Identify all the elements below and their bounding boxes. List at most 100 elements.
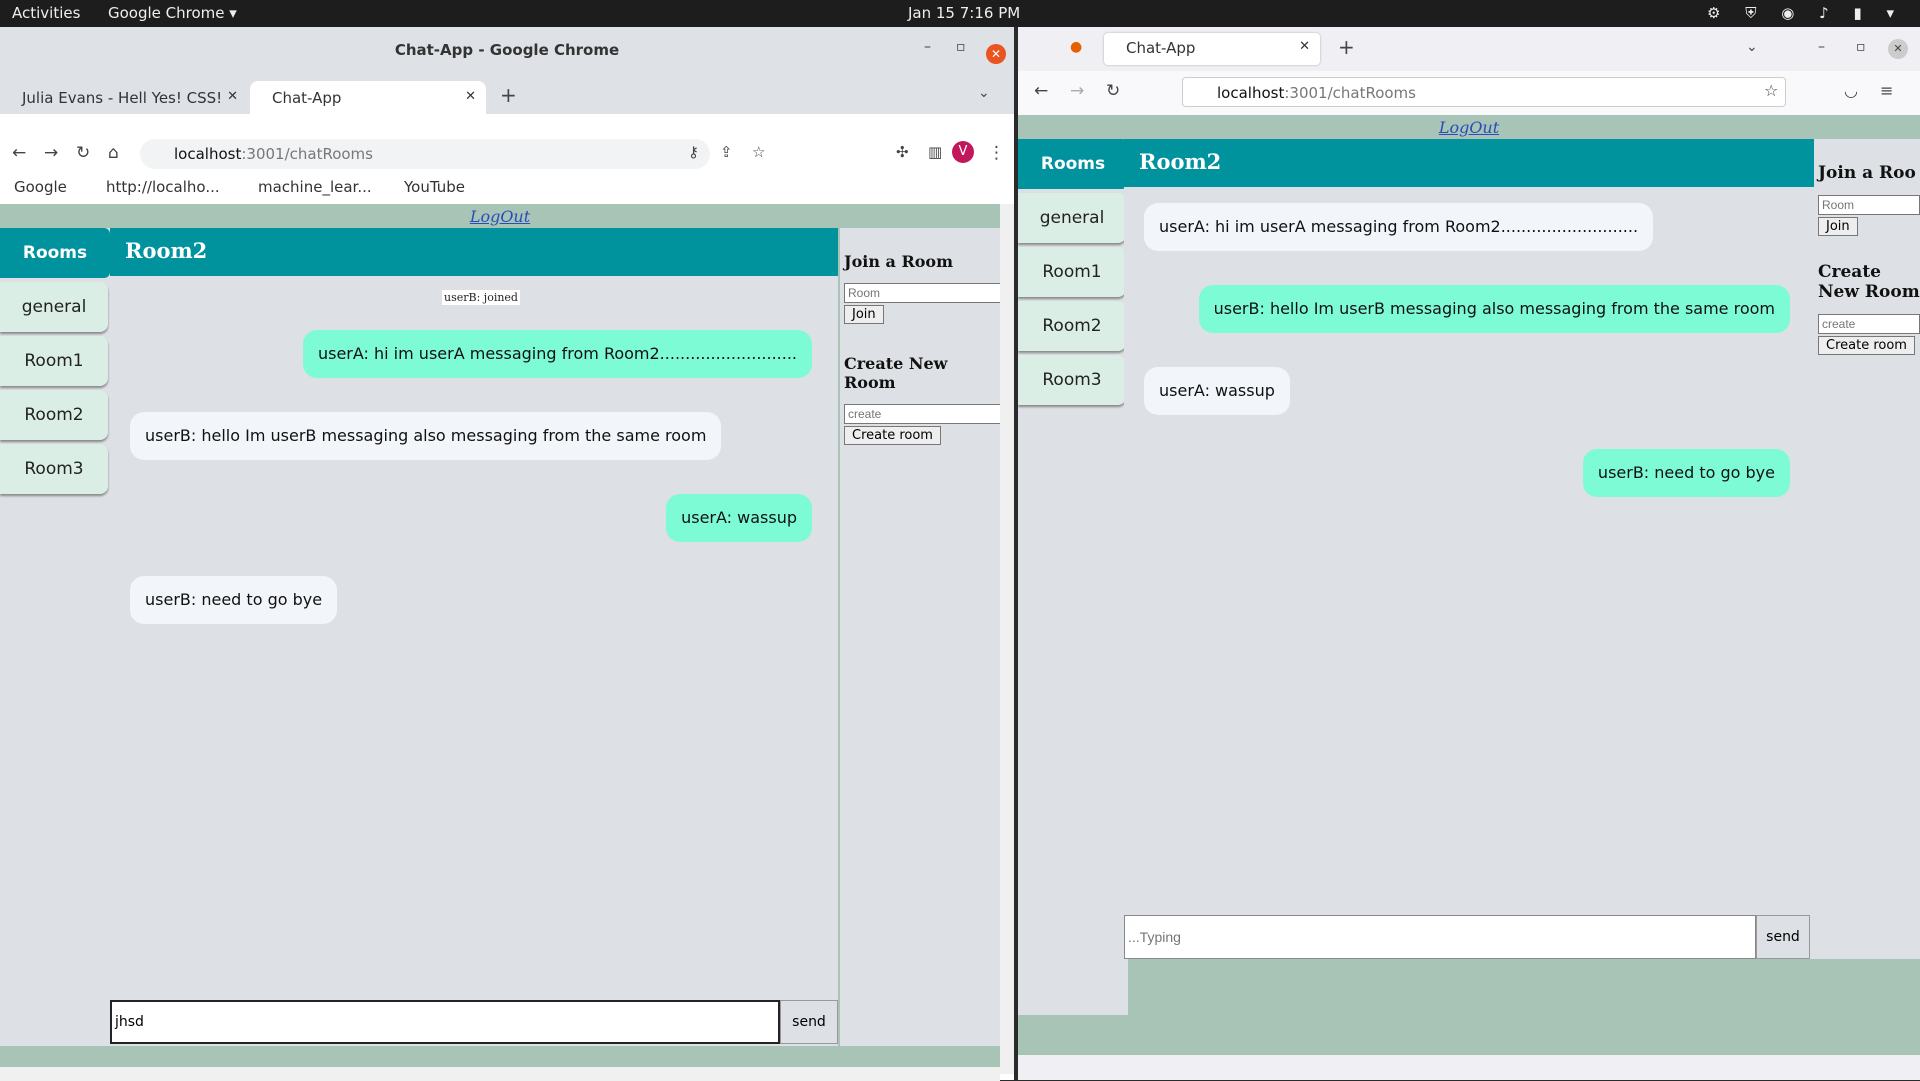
join-room-heading: Join a Roo <box>1818 163 1916 183</box>
minimize-icon[interactable]: – <box>1818 39 1825 55</box>
maximize-icon[interactable]: ▫ <box>1856 39 1866 55</box>
new-tab-icon[interactable]: + <box>500 83 517 107</box>
activities-button[interactable]: Activities <box>12 4 80 22</box>
clock[interactable]: Jan 15 7:16 PM <box>908 4 1020 22</box>
room-button-general[interactable]: general <box>1018 193 1126 243</box>
bookmark-star-icon[interactable]: ☆ <box>1764 81 1778 100</box>
room-button-room2[interactable]: Room2 <box>1018 301 1126 351</box>
room-button-room3[interactable]: Room3 <box>0 444 108 494</box>
chat-message: userA: hi im userA messaging from Room2.… <box>1144 203 1654 251</box>
chat-panel: Room2 userB: joined userA: hi im userA m… <box>110 228 838 1046</box>
app-menu[interactable]: Google Chrome ▾ <box>108 4 237 22</box>
logout-link[interactable]: LogOut <box>0 207 1000 226</box>
menu-icon[interactable]: ≡ <box>1880 81 1893 100</box>
rooms-sidebar: Rooms general Room1 Room2 Room3 <box>0 228 110 1046</box>
firefox-toolbar: ← → ↻ localhost:3001/chatRooms ☆ ◡ ≡ <box>1018 71 1920 115</box>
create-room-input[interactable] <box>1818 314 1920 334</box>
back-icon[interactable]: ← <box>12 143 26 163</box>
room-button-room1[interactable]: Room1 <box>0 336 108 386</box>
url-path: :3001/chatRooms <box>241 145 373 163</box>
forward-icon[interactable]: → <box>1070 81 1084 101</box>
chat-panel: Room2 userA: hi im userA messaging from … <box>1124 139 1814 959</box>
create-room-button[interactable]: Create room <box>1818 336 1915 355</box>
close-window-icon[interactable]: ✕ <box>986 44 1006 64</box>
new-tab-icon[interactable]: + <box>1338 35 1355 59</box>
horizontal-scrollbar[interactable] <box>0 1067 1000 1081</box>
key-icon[interactable]: ⚷ <box>688 143 699 161</box>
close-tab-icon[interactable]: ✕ <box>1299 39 1310 54</box>
os-top-bar: Activities Google Chrome ▾ Jan 15 7:16 P… <box>0 0 1920 27</box>
reload-icon[interactable]: ↻ <box>1106 81 1120 101</box>
bookmark-youtube[interactable]: YouTube <box>404 178 465 196</box>
url-host: localhost <box>1217 84 1285 102</box>
rooms-sidebar: Rooms general Room1 Room2 Room3 <box>1018 139 1128 1015</box>
system-tray[interactable]: ⚙ ⛨ ◉ ♪ ▮ ▾ <box>1707 4 1904 22</box>
tab-label: Chat-App <box>1126 39 1196 57</box>
chat-message: userB: need to go bye <box>1582 449 1790 497</box>
logout-link[interactable]: LogOut <box>1018 118 1920 137</box>
tab-label: Chat-App <box>272 89 342 107</box>
chrome-titlebar: Chat-App - Google Chrome – ▫ ✕ <box>0 27 1014 82</box>
create-room-input[interactable] <box>844 404 1000 424</box>
chat-message: userA: wassup <box>1144 367 1290 415</box>
list-tabs-icon[interactable]: ⌄ <box>1746 39 1758 55</box>
firefox-tab-strip: ● Chat-App ✕ + ⌄ – ▫ ✕ <box>1018 27 1920 71</box>
extensions-icon[interactable]: ✣ <box>896 143 909 161</box>
close-window-icon[interactable]: ✕ <box>1888 39 1908 59</box>
joined-notice: userB: joined <box>442 290 520 305</box>
join-room-input[interactable] <box>844 283 1000 303</box>
room-button-general[interactable]: general <box>0 282 108 332</box>
message-input[interactable]: jhsd <box>110 1000 780 1044</box>
composer: jhsd send <box>110 1000 838 1044</box>
bookmark-localhost[interactable]: http://localho... <box>106 178 220 196</box>
bookmark-google[interactable]: Google <box>14 178 67 196</box>
tab-chat-app[interactable]: Chat-App ✕ <box>250 81 486 114</box>
join-room-heading: Join a Room <box>844 252 954 271</box>
tab-julia-evans[interactable]: Julia Evans - Hell Yes! CSS! ✕ <box>0 81 248 114</box>
room-button-room3[interactable]: Room3 <box>1018 355 1126 405</box>
chat-message: userB: hello Im userB messaging also mes… <box>1198 285 1790 333</box>
rooms-header: Rooms <box>1018 139 1128 189</box>
tab-search-icon[interactable]: ⌄ <box>978 85 990 101</box>
create-room-button[interactable]: Create room <box>844 426 941 445</box>
chat-message: userB: hello Im userB messaging also mes… <box>130 412 722 460</box>
address-bar[interactable]: localhost:3001/chatRooms <box>140 139 710 169</box>
join-button[interactable]: Join <box>844 305 884 324</box>
pocket-icon[interactable]: ◡ <box>1844 81 1858 100</box>
vertical-scrollbar[interactable] <box>1000 204 1014 1074</box>
avatar[interactable]: V <box>952 141 974 163</box>
share-icon[interactable]: ⇪ <box>720 143 733 161</box>
bookmark-machine-learning[interactable]: machine_lear... <box>258 178 372 196</box>
close-tab-icon[interactable]: ✕ <box>227 89 238 104</box>
room-button-room2[interactable]: Room2 <box>0 390 108 440</box>
join-room-input[interactable] <box>1818 195 1920 215</box>
maximize-icon[interactable]: ▫ <box>956 39 966 55</box>
firefox-logo-icon[interactable]: ● <box>1070 39 1082 55</box>
minimize-icon[interactable]: – <box>924 39 931 55</box>
rooms-header: Rooms <box>0 228 110 278</box>
url-host: localhost <box>174 145 242 163</box>
back-icon[interactable]: ← <box>1034 81 1048 101</box>
room-title: Room2 <box>110 228 838 276</box>
chat-message: userA: wassup <box>666 494 812 542</box>
room-actions-panel: Join a Room Join Create New Room Create … <box>840 228 1000 1046</box>
side-panel-icon[interactable]: ▥ <box>928 143 942 161</box>
join-button[interactable]: Join <box>1818 217 1858 236</box>
create-room-heading: Create New Room <box>1818 262 1920 302</box>
tab-chat-app[interactable]: Chat-App ✕ <box>1104 33 1320 65</box>
close-tab-icon[interactable]: ✕ <box>465 89 476 104</box>
chrome-window: Chat-App - Google Chrome – ▫ ✕ Julia Eva… <box>0 27 1014 1081</box>
forward-icon[interactable]: → <box>44 143 58 163</box>
room-button-room1[interactable]: Room1 <box>1018 247 1126 297</box>
create-room-heading: Create New Room <box>844 354 948 392</box>
bookmark-star-icon[interactable]: ☆ <box>752 143 765 161</box>
window-title: Chat-App - Google Chrome <box>394 41 620 59</box>
address-bar[interactable]: localhost:3001/chatRooms <box>1182 77 1786 107</box>
menu-icon[interactable]: ⋮ <box>988 143 1005 163</box>
send-button[interactable]: send <box>780 1000 838 1044</box>
chat-message: userB: need to go bye <box>130 576 338 624</box>
message-input[interactable] <box>1124 915 1756 959</box>
send-button[interactable]: send <box>1756 915 1810 959</box>
reload-icon[interactable]: ↻ <box>76 143 90 163</box>
home-icon[interactable]: ⌂ <box>108 143 119 163</box>
